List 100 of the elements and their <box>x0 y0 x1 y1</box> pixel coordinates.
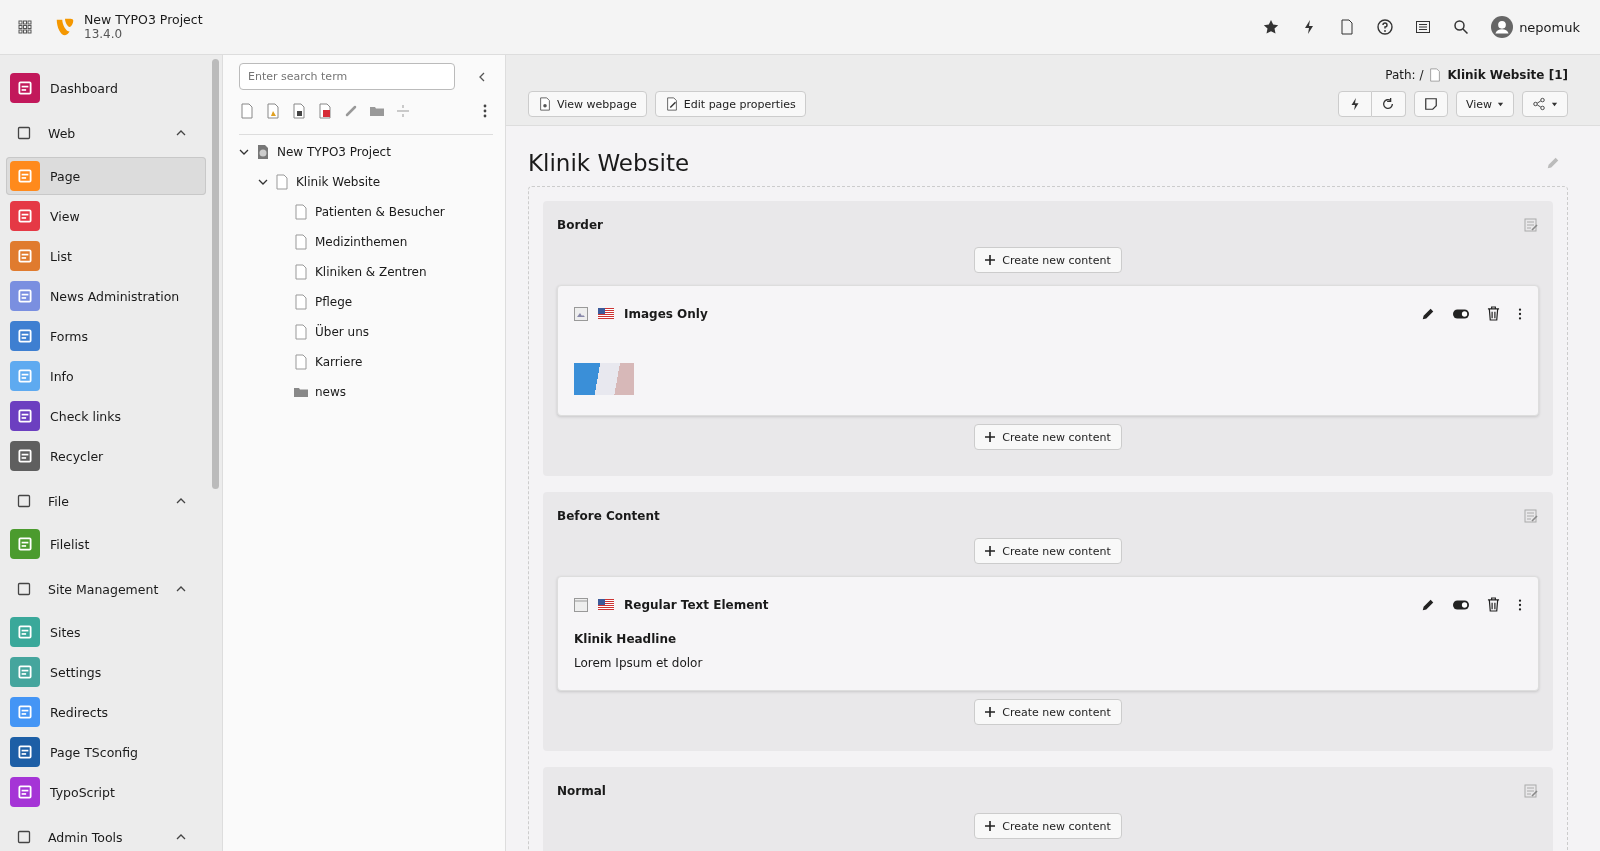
caret-icon <box>1551 100 1558 108</box>
page-add-icon[interactable] <box>317 103 333 119</box>
module-group-label[interactable]: Site Management <box>48 581 159 597</box>
module-item[interactable]: Dashboard <box>6 69 206 107</box>
create-content-button[interactable]: Create new content <box>974 424 1122 450</box>
create-content-button[interactable]: Create new content <box>974 247 1122 273</box>
module-group-label[interactable]: File <box>48 493 69 509</box>
chevron-icon[interactable] <box>176 496 186 506</box>
tree-item[interactable]: Karriere <box>315 355 363 369</box>
avatar-icon[interactable] <box>1491 16 1514 38</box>
toggle-icon[interactable] <box>1453 599 1469 610</box>
reload-icon <box>1381 97 1396 111</box>
chevron-icon[interactable] <box>239 147 249 157</box>
more-icon[interactable] <box>483 103 487 119</box>
chevron-icon[interactable] <box>176 128 186 138</box>
page-icon <box>293 204 309 220</box>
path-page[interactable]: Klinik Website [1] <box>1447 68 1568 82</box>
toolbar-button[interactable]: Edit page properties <box>654 91 806 117</box>
tree-item[interactable]: Kliniken & Zentren <box>315 265 427 279</box>
module-item[interactable]: Filelist <box>6 525 206 563</box>
flag-icon <box>598 599 614 610</box>
plus-icon <box>985 546 996 556</box>
group-icon <box>16 829 32 845</box>
document-icon[interactable] <box>1339 19 1356 35</box>
trash-icon[interactable] <box>1487 597 1500 612</box>
create-content-button[interactable]: Create new content <box>974 538 1122 564</box>
module-item[interactable]: Forms <box>6 317 206 355</box>
column-title: Normal <box>557 784 606 798</box>
share-dropdown[interactable] <box>1522 91 1568 117</box>
caret-icon <box>1497 100 1504 108</box>
pencil-icon[interactable] <box>1421 306 1435 321</box>
page-icon <box>293 354 309 370</box>
app-grid-icon[interactable] <box>18 20 32 34</box>
flag-icon <box>598 308 614 319</box>
group-icon <box>16 125 32 141</box>
tree-item[interactable]: Pflege <box>315 295 353 309</box>
clear-cache-button[interactable] <box>1337 91 1372 117</box>
share-icon <box>1532 97 1546 111</box>
more-icon[interactable] <box>1518 597 1522 612</box>
module-item[interactable]: Info <box>6 357 206 395</box>
more-icon[interactable] <box>1518 306 1522 321</box>
module-item[interactable]: Sites <box>6 613 206 651</box>
list-icon[interactable] <box>1415 19 1432 35</box>
module-item[interactable]: Check links <box>6 397 206 435</box>
module-item[interactable]: Settings <box>6 653 206 691</box>
group-icon <box>16 581 32 597</box>
reload-button[interactable] <box>1371 91 1406 117</box>
plus-icon <box>985 432 996 442</box>
star-icon[interactable] <box>1263 19 1280 35</box>
search-icon[interactable] <box>1453 19 1470 35</box>
page-icon <box>1428 68 1443 82</box>
element-title: Images Only <box>624 306 708 321</box>
scrollbar-thumb[interactable] <box>212 59 219 489</box>
toolbar-button[interactable]: View webpage <box>528 91 647 117</box>
tree-item[interactable]: news <box>315 385 347 399</box>
tree-item[interactable]: Patienten & Besucher <box>315 205 445 219</box>
webpage-icon <box>538 97 552 111</box>
column-title: Border <box>557 218 603 232</box>
column-title: Before Content <box>557 509 660 523</box>
module-item[interactable]: List <box>6 237 206 275</box>
plus-icon <box>985 707 996 717</box>
view-dropdown[interactable]: View <box>1455 91 1514 117</box>
module-item[interactable]: News Administration <box>6 277 206 315</box>
module-item[interactable]: Recycler <box>6 437 206 475</box>
create-content-button[interactable]: Create new content <box>974 699 1122 725</box>
tree-item[interactable]: Medizinthemen <box>315 235 408 249</box>
text-type-icon <box>574 597 588 612</box>
edit-page-icon <box>664 97 679 111</box>
element-title: Regular Text Element <box>624 597 769 612</box>
module-group-label[interactable]: Web <box>48 125 76 141</box>
chevron-icon[interactable] <box>176 832 186 842</box>
note-button[interactable] <box>1413 91 1448 117</box>
tree-item[interactable]: Über uns <box>315 325 369 339</box>
trash-icon[interactable] <box>1487 306 1500 321</box>
page-icon <box>293 324 309 340</box>
version-text: 13.4.0 <box>84 27 124 42</box>
tree-item[interactable]: Klinik Website <box>296 175 381 189</box>
page-link-icon[interactable] <box>291 103 307 119</box>
collapse-icon[interactable] <box>477 71 487 82</box>
toggle-icon[interactable] <box>1453 308 1469 319</box>
path-label: Path: / <box>1385 68 1424 82</box>
username[interactable]: nepomuk <box>1519 19 1580 35</box>
group-icon <box>16 493 32 509</box>
module-item[interactable]: View <box>6 197 206 235</box>
chevron-icon[interactable] <box>258 177 268 187</box>
create-content-button[interactable]: Create new content <box>974 813 1122 839</box>
plus-icon <box>985 821 996 831</box>
module-item[interactable]: TypoScript <box>6 773 206 811</box>
image-thumbnail <box>574 363 634 395</box>
search-field[interactable]: Enter search term <box>239 63 455 90</box>
help-icon[interactable] <box>1377 19 1394 35</box>
element-text: Lorem Ipsum et dolor <box>574 656 704 670</box>
chevron-icon[interactable] <box>176 584 186 594</box>
module-item[interactable]: Page <box>6 157 206 195</box>
module-item[interactable]: Redirects <box>6 693 206 731</box>
project-title: New TYPO3 Project <box>84 12 203 28</box>
pencil-icon[interactable] <box>1421 597 1435 612</box>
module-item[interactable]: Page TSconfig <box>6 733 206 771</box>
module-group-label[interactable]: Admin Tools <box>48 829 123 845</box>
tree-item[interactable]: New TYPO3 Project <box>277 145 391 159</box>
